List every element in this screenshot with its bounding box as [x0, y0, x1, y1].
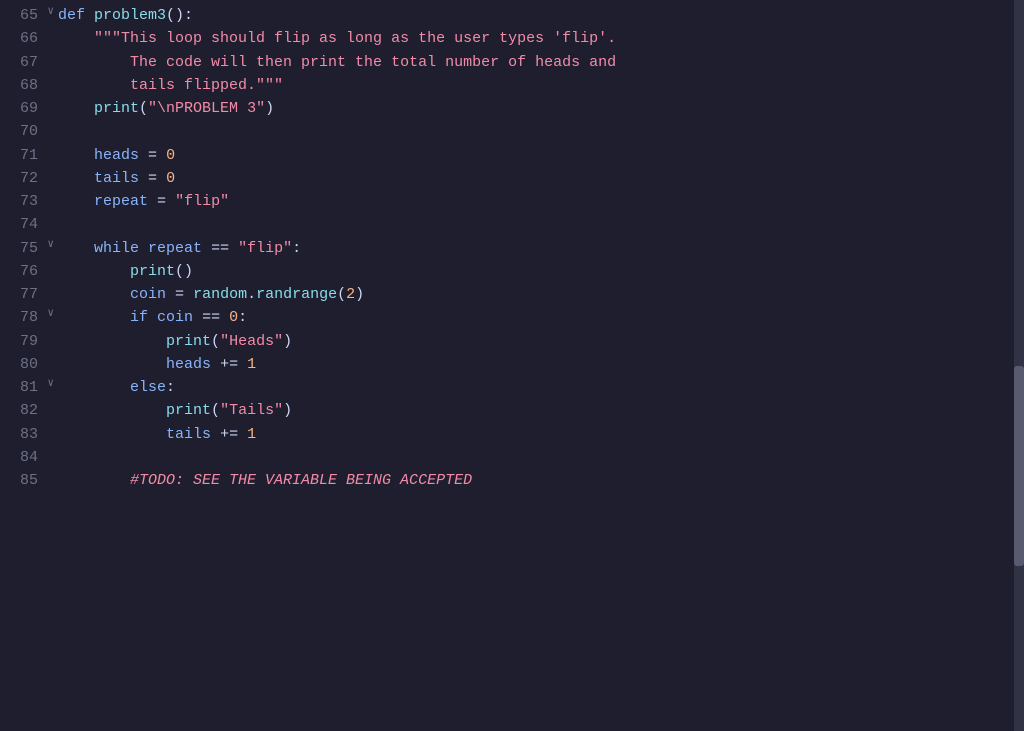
code-line-77: 77 coin = random.randrange(2) — [0, 283, 1024, 306]
code-line-81: 81 ∨ else: — [0, 376, 1024, 399]
code-line-85: 85 #TODO: SEE THE VARIABLE BEING ACCEPTE… — [0, 469, 1024, 492]
line-number-82: 82 — [0, 399, 58, 422]
line-number-67: 67 — [0, 51, 58, 74]
code-content-76: print() — [58, 260, 1024, 283]
code-editor: 65 ∨ def problem3(): 66 """This loop sho… — [0, 0, 1024, 731]
code-line-73: 73 repeat = "flip" — [0, 190, 1024, 213]
line-number-72: 72 — [0, 167, 58, 190]
code-line-84: 84 — [0, 446, 1024, 469]
code-content-67: The code will then print the total numbe… — [58, 51, 1024, 74]
code-line-82: 82 print("Tails") — [0, 399, 1024, 422]
code-line-69: 69 print("\nPROBLEM 3") — [0, 97, 1024, 120]
code-content-82: print("Tails") — [58, 399, 1024, 422]
line-number-85: 85 — [0, 469, 58, 492]
line-number-79: 79 — [0, 330, 58, 353]
code-line-78: 78 ∨ if coin == 0: — [0, 306, 1024, 329]
code-line-65: 65 ∨ def problem3(): — [0, 4, 1024, 27]
line-number-70: 70 — [0, 120, 58, 143]
code-content-70 — [58, 120, 1024, 143]
code-content-71: heads = 0 — [58, 144, 1024, 167]
code-line-72: 72 tails = 0 — [0, 167, 1024, 190]
line-number-75: 75 ∨ — [0, 237, 58, 260]
code-content-69: print("\nPROBLEM 3") — [58, 97, 1024, 120]
line-number-66: 66 — [0, 27, 58, 50]
line-number-76: 76 — [0, 260, 58, 283]
line-number-81: 81 ∨ — [0, 376, 58, 399]
code-content-81: else: — [58, 376, 1024, 399]
code-content-72: tails = 0 — [58, 167, 1024, 190]
code-content-75: while repeat == "flip": — [58, 237, 1024, 260]
code-content-65: def problem3(): — [58, 4, 1024, 27]
code-content-84 — [58, 446, 1024, 469]
line-number-83: 83 — [0, 423, 58, 446]
line-number-80: 80 — [0, 353, 58, 376]
code-content-77: coin = random.randrange(2) — [58, 283, 1024, 306]
code-line-68: 68 tails flipped.""" — [0, 74, 1024, 97]
code-line-79: 79 print("Heads") — [0, 330, 1024, 353]
line-number-77: 77 — [0, 283, 58, 306]
line-number-74: 74 — [0, 213, 58, 236]
code-line-66: 66 """This loop should flip as long as t… — [0, 27, 1024, 50]
code-line-71: 71 heads = 0 — [0, 144, 1024, 167]
code-line-80: 80 heads += 1 — [0, 353, 1024, 376]
code-content-79: print("Heads") — [58, 330, 1024, 353]
line-number-78: 78 ∨ — [0, 306, 58, 329]
code-line-67: 67 The code will then print the total nu… — [0, 51, 1024, 74]
code-line-75: 75 ∨ while repeat == "flip": — [0, 237, 1024, 260]
line-number-68: 68 — [0, 74, 58, 97]
code-line-76: 76 print() — [0, 260, 1024, 283]
line-number-71: 71 — [0, 144, 58, 167]
code-line-70: 70 — [0, 120, 1024, 143]
code-content-80: heads += 1 — [58, 353, 1024, 376]
line-number-84: 84 — [0, 446, 58, 469]
scrollbar-thumb[interactable] — [1014, 366, 1024, 566]
code-content-73: repeat = "flip" — [58, 190, 1024, 213]
code-line-83: 83 tails += 1 — [0, 423, 1024, 446]
code-content-85: #TODO: SEE THE VARIABLE BEING ACCEPTED — [58, 469, 1024, 492]
line-number-73: 73 — [0, 190, 58, 213]
scrollbar[interactable] — [1014, 0, 1024, 731]
line-number-65: 65 ∨ — [0, 4, 58, 27]
code-content-68: tails flipped.""" — [58, 74, 1024, 97]
code-line-74: 74 — [0, 213, 1024, 236]
code-content-78: if coin == 0: — [58, 306, 1024, 329]
code-content-74 — [58, 213, 1024, 236]
code-content-66: """This loop should flip as long as the … — [58, 27, 1024, 50]
line-number-69: 69 — [0, 97, 58, 120]
code-content-83: tails += 1 — [58, 423, 1024, 446]
